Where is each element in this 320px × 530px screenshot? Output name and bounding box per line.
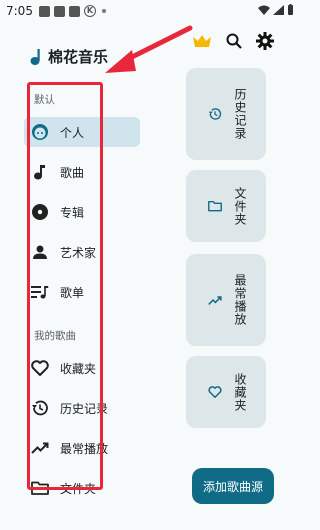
section-label-default: 默认	[34, 94, 55, 106]
quick-card-favorites[interactable]: 收藏夹	[186, 356, 266, 428]
app-header: 棉花音乐	[30, 46, 108, 67]
wifi-icon	[258, 5, 270, 15]
nav-item-history[interactable]: 历史记录	[24, 393, 140, 423]
history-icon	[206, 107, 224, 121]
trending-up-icon	[206, 295, 224, 306]
nav-item-most-played[interactable]: 最常播放	[24, 433, 140, 463]
nav-item-label: 历史记录	[60, 401, 109, 416]
nav-item-artists[interactable]: 艺术家	[24, 237, 140, 267]
navigation-drawer: 棉花音乐 默认 个人 歌曲 专辑 艺术家 歌单 我的歌曲 收藏夹 历史记录 最常…	[0, 22, 150, 530]
music-note-icon	[30, 162, 50, 182]
nav-item-label: 歌曲	[60, 165, 85, 180]
k-notification-icon: K	[83, 5, 96, 17]
nav-item-favorites[interactable]: 收藏夹	[24, 353, 140, 383]
add-song-source-button[interactable]: 添加歌曲源	[192, 468, 274, 504]
app-logo-icon	[30, 48, 40, 65]
signal-icon	[273, 4, 284, 15]
nav-item-playlists[interactable]: 歌单	[24, 277, 140, 307]
quick-card-label: 历史记录	[233, 88, 247, 140]
person-face-icon	[30, 122, 50, 142]
nav-item-songs[interactable]: 歌曲	[24, 157, 140, 187]
status-time: 7:05	[6, 4, 33, 18]
crown-icon[interactable]	[192, 34, 212, 48]
quick-card-history[interactable]: 历史记录	[186, 68, 266, 160]
more-notifications-icon	[101, 9, 106, 13]
nav-item-label: 个人	[60, 125, 85, 140]
status-bar: 7:05 K	[0, 0, 300, 22]
battery-icon	[288, 4, 293, 15]
quick-card-label: 最常播放	[233, 274, 247, 326]
notification-icon	[53, 5, 65, 17]
notification-icon	[38, 5, 50, 17]
history-icon	[30, 398, 50, 418]
nav-item-label: 歌单	[60, 285, 85, 300]
nav-item-albums[interactable]: 专辑	[24, 197, 140, 227]
section-label-my-songs: 我的歌曲	[34, 330, 76, 342]
quick-card-folders[interactable]: 文件夹	[186, 170, 266, 242]
heart-icon	[30, 358, 50, 378]
nav-item-folders[interactable]: 文件夹	[24, 473, 140, 503]
nav-item-label: 艺术家	[60, 245, 97, 260]
quick-card-label: 文件夹	[233, 186, 247, 226]
quick-card-most-played[interactable]: 最常播放	[186, 254, 266, 346]
nav-item-label: 文件夹	[60, 481, 97, 496]
gear-icon[interactable]	[256, 32, 274, 50]
nav-item-label: 专辑	[60, 205, 85, 220]
app-title: 棉花音乐	[48, 48, 109, 66]
nav-item-label: 收藏夹	[60, 361, 97, 376]
folder-icon	[206, 200, 224, 212]
artist-icon	[30, 242, 50, 262]
trending-up-icon	[30, 438, 50, 458]
quick-card-label: 收藏夹	[233, 372, 247, 412]
heart-icon	[206, 386, 224, 398]
top-actions	[192, 32, 274, 50]
nav-item-personal[interactable]: 个人	[24, 117, 140, 147]
search-icon[interactable]	[226, 33, 242, 49]
playlist-icon	[30, 282, 50, 302]
album-icon	[30, 202, 50, 222]
notification-icon	[68, 5, 80, 17]
nav-item-label: 最常播放	[60, 441, 109, 456]
folder-icon	[30, 478, 50, 498]
